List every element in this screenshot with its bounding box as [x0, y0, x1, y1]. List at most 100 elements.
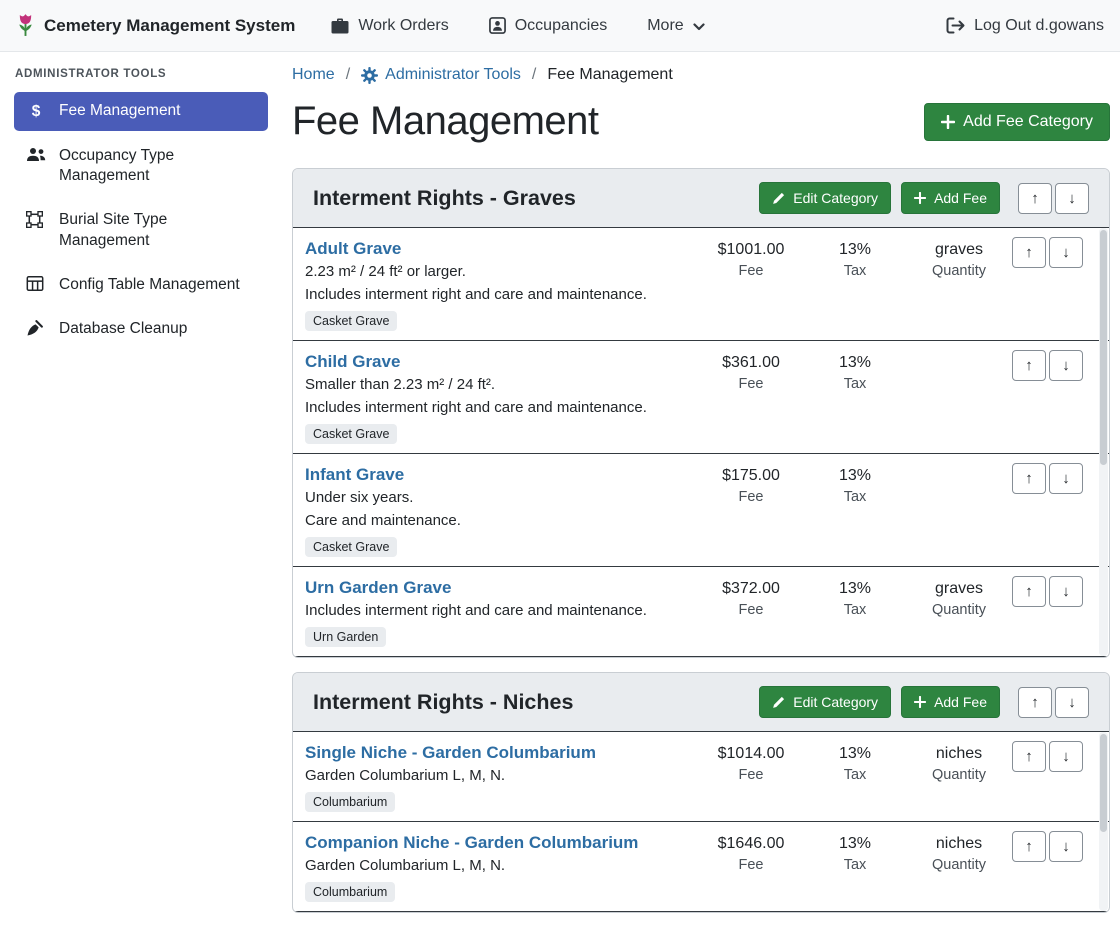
- sidebar-item-label: Database Cleanup: [59, 319, 187, 339]
- fee-description: 2.23 m² / 24 ft² or larger.: [305, 260, 692, 283]
- card-scrollbar-thumb[interactable]: [1100, 734, 1107, 832]
- fee-amount: $361.00: [706, 351, 796, 374]
- fee-name-link[interactable]: Adult Grave: [305, 237, 401, 260]
- sidebar-heading: Administrator Tools: [14, 68, 268, 92]
- tax-column: 13% Tax: [810, 463, 900, 505]
- fee-amount-column: $175.00 Fee: [706, 463, 796, 505]
- fee-reorder-group: ↑ ↓: [1012, 576, 1083, 607]
- move-fee-up-button[interactable]: ↑: [1012, 237, 1046, 268]
- quantity-label: Quantity: [914, 602, 1004, 618]
- add-fee-button[interactable]: Add Fee: [901, 686, 1000, 718]
- sidebar-item-database-cleanup[interactable]: Database Cleanup: [14, 310, 268, 348]
- quantity-column: graves Quantity: [914, 576, 1004, 618]
- move-fee-down-button[interactable]: ↓: [1049, 350, 1083, 381]
- fee-name-link[interactable]: Child Grave: [305, 350, 400, 373]
- sidebar-item-burial-site-type-management[interactable]: Burial Site Type Management: [14, 201, 268, 259]
- sidebar-item-fee-management[interactable]: $ Fee Management: [14, 92, 268, 131]
- fee-row: Child Grave Smaller than 2.23 m² / 24 ft…: [293, 341, 1109, 454]
- fee-type-badge: Casket Grave: [305, 424, 397, 444]
- quantity-unit: graves: [914, 577, 1004, 600]
- move-fee-down-button[interactable]: ↓: [1049, 741, 1083, 772]
- quantity-label: Quantity: [914, 767, 1004, 783]
- page-header: Fee Management Add Fee Category: [292, 98, 1110, 144]
- quantity-column: niches Quantity: [914, 741, 1004, 783]
- fee-description: Care and maintenance.: [305, 509, 692, 532]
- card-body: Adult Grave 2.23 m² / 24 ft² or larger. …: [293, 228, 1109, 657]
- edit-category-label: Edit Category: [793, 694, 878, 710]
- fee-name-link[interactable]: Urn Garden Grave: [305, 576, 451, 599]
- logout-icon: [946, 17, 965, 34]
- fee-amount: $1646.00: [706, 832, 796, 855]
- quantity-column: [914, 463, 1004, 464]
- breadcrumb-home-link[interactable]: Home: [292, 66, 335, 84]
- app-brand: Cemetery Management System: [16, 13, 295, 38]
- fee-amount: $175.00: [706, 464, 796, 487]
- fee-category-card-graves: Interment Rights - Graves Edit Category …: [292, 168, 1110, 658]
- tax-column: 13% Tax: [810, 237, 900, 279]
- move-fee-up-button[interactable]: ↑: [1012, 463, 1046, 494]
- move-fee-down-button[interactable]: ↓: [1049, 576, 1083, 607]
- tax-label: Tax: [810, 263, 900, 279]
- breadcrumb-admin-tools-link[interactable]: Administrator Tools: [361, 66, 521, 84]
- fee-name-link[interactable]: Infant Grave: [305, 463, 404, 486]
- fee-amount-label: Fee: [706, 263, 796, 279]
- edit-category-button[interactable]: Edit Category: [759, 686, 891, 718]
- logout-link[interactable]: Log Out d.gowans: [946, 17, 1104, 35]
- fee-name-link[interactable]: Single Niche - Garden Columbarium: [305, 741, 596, 764]
- card-scrollbar[interactable]: [1099, 228, 1108, 656]
- tax-label: Tax: [810, 857, 900, 873]
- fee-row: Adult Grave 2.23 m² / 24 ft² or larger. …: [293, 228, 1109, 341]
- move-category-down-button[interactable]: ↓: [1055, 687, 1089, 718]
- plus-icon: [914, 192, 926, 204]
- fee-reorder-group: ↑ ↓: [1012, 741, 1083, 772]
- quantity-column: [914, 350, 1004, 351]
- fee-amount-label: Fee: [706, 767, 796, 783]
- edit-category-button[interactable]: Edit Category: [759, 182, 891, 214]
- move-category-down-button[interactable]: ↓: [1055, 183, 1089, 214]
- category-reorder-group: ↑ ↓: [1018, 687, 1089, 718]
- tax-label: Tax: [810, 489, 900, 505]
- move-fee-up-button[interactable]: ↑: [1012, 831, 1046, 862]
- fee-amount-label: Fee: [706, 602, 796, 618]
- fee-amount-label: Fee: [706, 376, 796, 392]
- move-fee-down-button[interactable]: ↓: [1049, 831, 1083, 862]
- pencil-icon: [772, 192, 785, 205]
- nav-occupancies[interactable]: Occupancies: [489, 17, 608, 35]
- move-fee-up-button[interactable]: ↑: [1012, 741, 1046, 772]
- fee-amount: $1001.00: [706, 238, 796, 261]
- move-fee-up-button[interactable]: ↑: [1012, 576, 1046, 607]
- move-category-up-button[interactable]: ↑: [1018, 687, 1052, 718]
- sidebar-item-config-table-management[interactable]: Config Table Management: [14, 266, 268, 304]
- move-category-up-button[interactable]: ↑: [1018, 183, 1052, 214]
- fee-amount-column: $1014.00 Fee: [706, 741, 796, 783]
- fee-amount: $1014.00: [706, 742, 796, 765]
- add-fee-category-button[interactable]: Add Fee Category: [924, 103, 1110, 141]
- tax-label: Tax: [810, 602, 900, 618]
- add-fee-button[interactable]: Add Fee: [901, 182, 1000, 214]
- card-scrollbar-thumb[interactable]: [1100, 230, 1107, 465]
- fee-row: Urn Garden Grave Includes interment righ…: [293, 567, 1109, 657]
- nav-more-label: More: [647, 17, 683, 35]
- tax-column: 13% Tax: [810, 741, 900, 783]
- fee-name-link[interactable]: Companion Niche - Garden Columbarium: [305, 831, 638, 854]
- plus-icon: [941, 115, 955, 129]
- tax-label: Tax: [810, 767, 900, 783]
- card-scrollbar[interactable]: [1099, 732, 1108, 911]
- tax-column: 13% Tax: [810, 350, 900, 392]
- sidebar-item-label: Occupancy Type Management: [59, 146, 256, 186]
- admin-sidebar: Administrator Tools $ Fee Management Occ…: [0, 52, 280, 939]
- tax-column: 13% Tax: [810, 576, 900, 618]
- fee-amount-column: $361.00 Fee: [706, 350, 796, 392]
- fee-amount-column: $1001.00 Fee: [706, 237, 796, 279]
- sidebar-item-occupancy-type-management[interactable]: Occupancy Type Management: [14, 137, 268, 195]
- nav-work-orders[interactable]: Work Orders: [331, 17, 448, 35]
- nav-more[interactable]: More: [647, 17, 704, 35]
- broom-icon: [26, 320, 46, 337]
- fee-reorder-group: ↑ ↓: [1012, 350, 1083, 381]
- move-fee-down-button[interactable]: ↓: [1049, 463, 1083, 494]
- fee-type-badge: Columbarium: [305, 792, 395, 812]
- fee-amount-label: Fee: [706, 489, 796, 505]
- top-navbar: Cemetery Management System Work Orders O…: [0, 0, 1120, 52]
- move-fee-up-button[interactable]: ↑: [1012, 350, 1046, 381]
- move-fee-down-button[interactable]: ↓: [1049, 237, 1083, 268]
